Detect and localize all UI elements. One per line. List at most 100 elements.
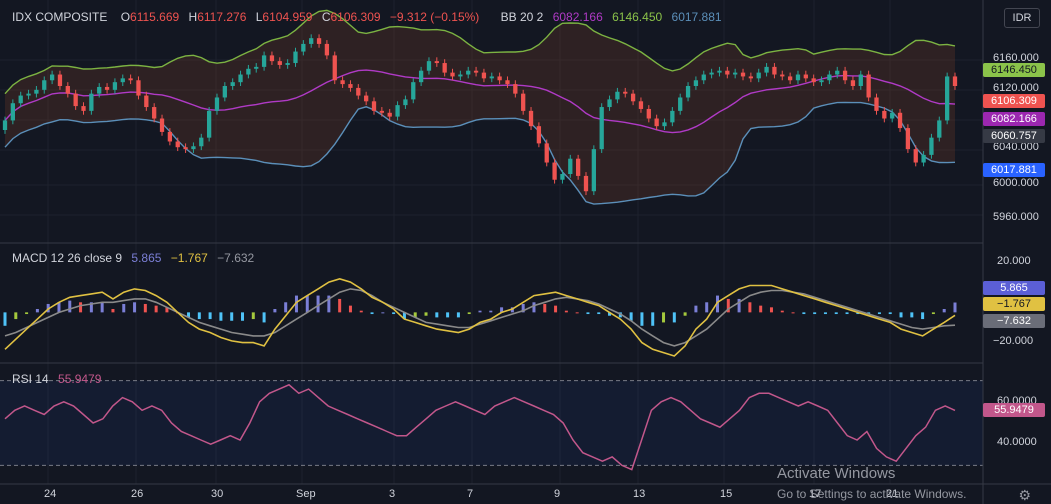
candle-body — [42, 80, 47, 90]
macd-hist-bar — [888, 312, 892, 315]
candle-body — [748, 76, 754, 79]
macd-hist-bar — [154, 305, 158, 313]
rsi-value: 55.9479 — [58, 372, 102, 386]
candle-body — [340, 80, 345, 85]
candle-body — [73, 93, 78, 107]
macd-hist-bar — [791, 312, 795, 314]
candle-body — [411, 82, 416, 100]
candle-body — [505, 80, 510, 85]
rsi-band — [0, 380, 983, 466]
candle-body — [254, 66, 259, 69]
candle-body — [277, 61, 282, 65]
bb-label[interactable]: BB 20 2 — [501, 10, 544, 24]
close-price-tag: 6106.309 — [983, 94, 1045, 108]
candle-body — [717, 70, 722, 73]
macd-hist-bar — [845, 312, 849, 315]
macd-hist-tag: 5.865 — [983, 281, 1045, 295]
candle-body — [685, 86, 691, 98]
candle-body — [183, 147, 188, 150]
candle-body — [301, 43, 306, 52]
macd-hist-bar — [381, 312, 385, 314]
candle-body — [937, 120, 942, 138]
price-tick: 6120.000 — [993, 82, 1039, 94]
macd-hist-bar — [143, 303, 147, 313]
change-value: −9.312 (−0.15%) — [389, 10, 480, 24]
candle-body — [646, 108, 651, 119]
candle-body — [772, 66, 777, 75]
bb-mid-tag: 6082.166 — [983, 112, 1045, 126]
macd-hist-bar — [640, 312, 644, 326]
candle-body — [709, 72, 714, 75]
macd-legend: MACD 12 26 close 9 5.865 −1.767 −7.632 — [12, 251, 260, 265]
macd-hist-bar — [305, 295, 309, 313]
settings-gear-icon[interactable]: ⚙ — [1018, 487, 1031, 504]
candle-body — [57, 74, 63, 86]
rsi-label[interactable]: RSI 14 — [12, 372, 49, 386]
main-legend: IDX COMPOSITE O6115.669 H6117.276 L6104.… — [12, 10, 728, 24]
candle-body — [599, 107, 604, 150]
candle-body — [152, 107, 157, 119]
candle-body — [827, 74, 832, 81]
macd-hist-bar — [68, 300, 72, 313]
candle-body — [725, 70, 730, 75]
open-value: O6115.669 — [120, 10, 180, 24]
candle-body — [842, 70, 848, 81]
candle-body — [128, 78, 133, 81]
candle-body — [890, 112, 895, 119]
macd-hist-bar — [251, 312, 255, 320]
candle-body — [733, 72, 738, 75]
candle-body — [466, 70, 471, 75]
rsi-legend: RSI 14 55.9479 — [12, 372, 107, 386]
macd-hist-bar — [910, 312, 914, 318]
candle-body — [583, 175, 589, 192]
candle-body — [222, 86, 227, 98]
candle-body — [670, 110, 675, 123]
candle-body — [316, 38, 322, 44]
symbol-name[interactable]: IDX COMPOSITE — [12, 10, 107, 24]
candle-body — [544, 143, 549, 163]
candle-body — [929, 137, 934, 155]
candle-body — [199, 137, 204, 147]
candle-body — [552, 162, 557, 180]
macd-hist-bar — [834, 312, 838, 315]
candle-body — [364, 95, 369, 102]
macd-hist-bar — [813, 312, 817, 315]
candle-body — [418, 70, 424, 83]
candle-body — [945, 76, 950, 121]
candle-body — [568, 158, 573, 174]
macd-hist-bar — [931, 312, 935, 315]
candle-body — [866, 74, 871, 98]
candle-body — [97, 86, 102, 94]
macd-hist-bar — [348, 305, 352, 313]
candle-body — [214, 97, 220, 111]
candle-body — [521, 93, 526, 111]
candle-body — [536, 126, 542, 144]
candle-body — [356, 87, 361, 96]
candle-body — [2, 120, 8, 130]
candle-body — [913, 149, 918, 163]
candle-body — [246, 68, 251, 75]
candle-body — [481, 72, 487, 79]
macd-hist-bar — [554, 305, 558, 313]
macd-hist-bar — [942, 309, 946, 313]
price-tick: 6000.000 — [993, 177, 1039, 189]
rsi-pane[interactable] — [0, 380, 983, 471]
macd-line-tag: −1.767 — [983, 297, 1045, 311]
macd-hist-bar — [467, 312, 471, 315]
close-value: C6106.309 — [321, 10, 381, 24]
candle-body — [371, 101, 377, 111]
candle-body — [952, 76, 958, 86]
candle-body — [348, 84, 353, 88]
macd-hist-bar — [241, 312, 244, 321]
date-tick: 7 — [467, 488, 474, 500]
macd-hist-bar — [651, 312, 655, 326]
candle-body — [850, 80, 856, 86]
candle-body — [26, 93, 31, 96]
candle-body — [874, 97, 879, 111]
candle-body — [897, 112, 903, 129]
macd-label[interactable]: MACD 12 26 close 9 — [12, 251, 122, 265]
macd-hist-bar — [284, 302, 288, 313]
currency-button[interactable]: IDR — [1004, 8, 1040, 28]
macd-hist-bar — [953, 302, 957, 313]
bb-lower-tag: 6017.881 — [983, 163, 1045, 177]
